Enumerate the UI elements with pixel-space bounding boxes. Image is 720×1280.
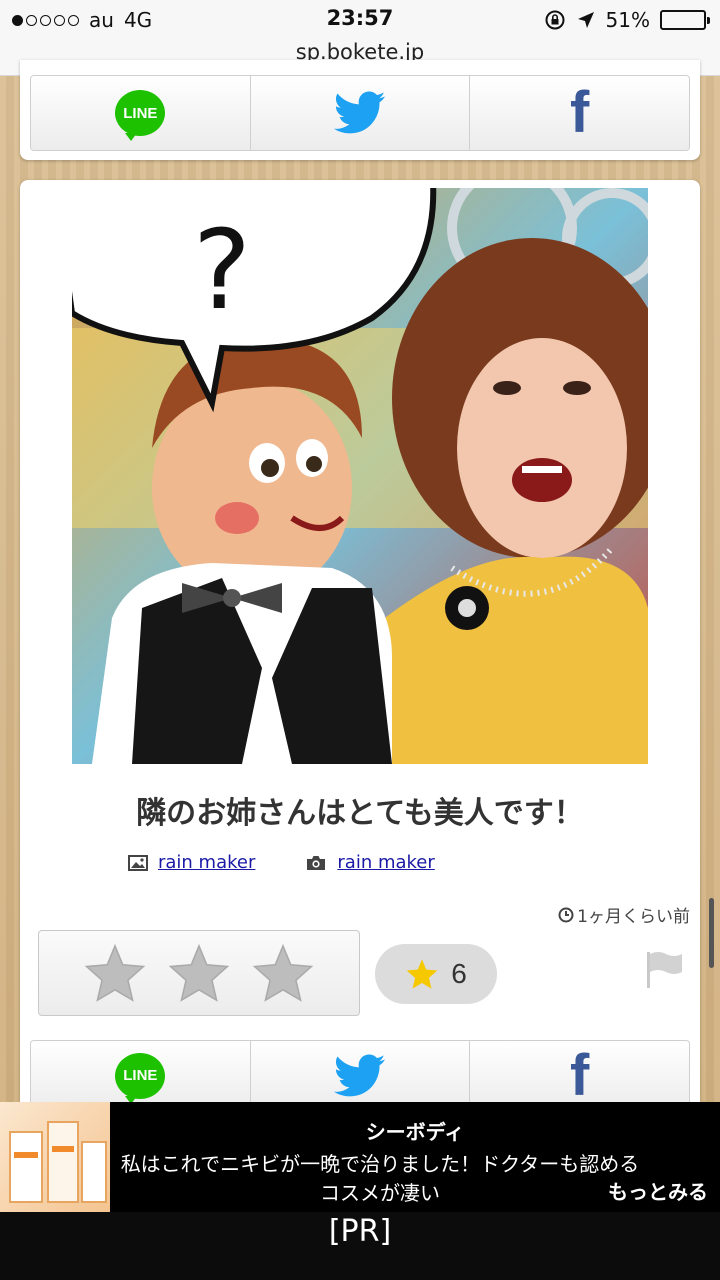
ad-title: シーボディ	[365, 1120, 465, 1144]
time-ago-text: 1ヶ月くらい前	[577, 907, 690, 927]
image-icon	[128, 854, 148, 871]
photo-credit: rain maker	[305, 852, 435, 873]
ad-banner[interactable]: シーボディ 私はこれでニキビが一晩で治りました！ドクターも認めるコスメが凄い も…	[0, 1102, 720, 1212]
facebook-share-button-2[interactable]: f	[470, 1041, 689, 1110]
scroll-indicator[interactable]	[709, 898, 714, 968]
star-count: 6	[451, 958, 467, 989]
rate-star-2-icon[interactable]	[168, 943, 230, 1003]
facebook-icon: f	[570, 1042, 590, 1108]
share-bar-top: LINE f	[30, 75, 690, 151]
rate-star-3-icon[interactable]	[252, 943, 314, 1003]
twitter-share-button-2[interactable]	[250, 1041, 471, 1110]
battery-percent: 51%	[605, 8, 650, 32]
clock-icon	[558, 907, 574, 922]
line-share-button-2[interactable]: LINE	[31, 1041, 251, 1110]
status-right: 51%	[544, 8, 710, 32]
report-flag-icon[interactable]	[644, 950, 686, 990]
share-bar-bottom: LINE f	[30, 1040, 690, 1110]
twitter-bird-icon	[334, 91, 386, 134]
star-rating	[38, 930, 360, 1016]
line-icon: LINE	[115, 1052, 166, 1104]
twitter-bird-icon	[334, 1054, 386, 1096]
ad-more-link[interactable]: もっとみる	[608, 1176, 708, 1205]
location-arrow-icon	[577, 12, 594, 28]
photo-author-link[interactable]: rain maker	[337, 852, 434, 873]
rotation-lock-icon	[545, 10, 565, 30]
rate-star-1-icon[interactable]	[84, 943, 146, 1003]
post-credits: rain maker rain maker	[128, 852, 435, 873]
image-credit: rain maker	[128, 852, 255, 873]
facebook-icon: f	[570, 80, 590, 145]
post-caption: 隣のお姉さんはとても美人です！	[136, 796, 584, 831]
camera-icon	[307, 855, 326, 870]
line-icon: LINE	[115, 90, 166, 141]
speech-bubble-text: ?	[193, 206, 251, 334]
facebook-share-button[interactable]: f	[470, 76, 689, 150]
twitter-share-button[interactable]	[250, 76, 471, 150]
ad-product-image	[0, 1102, 110, 1212]
star-icon	[406, 959, 438, 989]
puppet-and-woman-photo: ?	[72, 188, 648, 764]
previous-post-card: LINE f	[20, 60, 700, 160]
post-time: 1ヶ月くらい前	[558, 902, 690, 927]
ad-body: 私はこれでニキビが一晩で治りました！ドクターも認めるコスメが凄い	[120, 1152, 640, 1205]
post-image[interactable]: ?	[72, 188, 648, 764]
pr-label: [PR]	[0, 1212, 720, 1280]
battery-icon	[660, 10, 710, 30]
line-share-button[interactable]: LINE	[31, 76, 251, 150]
star-count-badge: 6	[375, 944, 497, 1004]
image-author-link[interactable]: rain maker	[158, 852, 255, 873]
